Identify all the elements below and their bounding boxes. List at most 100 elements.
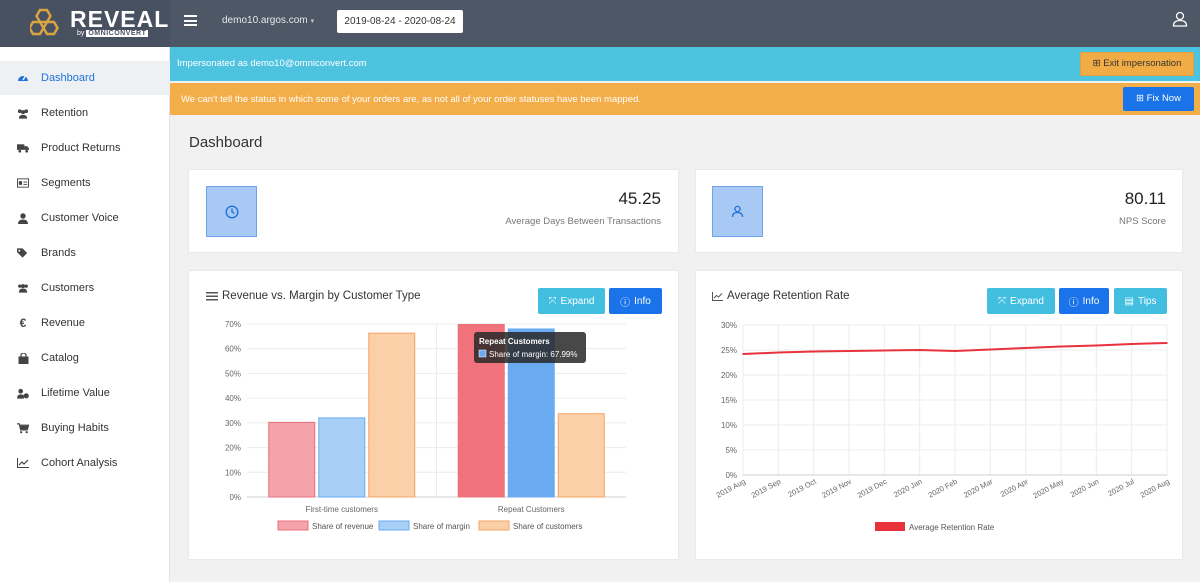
expand-icon: ⤧ [548,295,557,307]
y-tick-label: 30% [225,419,241,428]
y-tick-label: 50% [225,369,241,378]
expand-label: Expand [560,295,595,307]
sidebar-item-lifetime-value[interactable]: Lifetime Value [0,376,170,410]
chart-card-retention: Average Retention Rate ⤧ Expand ⓘ Info ▤ Ti… [695,270,1183,560]
tooltip [474,332,586,363]
info-button[interactable]: ⓘ Info [1059,288,1109,314]
user-clock-icon [17,387,29,399]
data-point [989,348,992,351]
y-tick-label: 10% [721,421,737,430]
sidebar-item-label: Brands [41,247,76,259]
tips-button[interactable]: ▤ Tips [1114,288,1167,314]
sidebar-item-label: Product Returns [41,142,121,154]
sidebar-item-label: Dashboard [41,72,95,84]
x-tick-label: 2019 Nov [820,477,853,500]
sidebar-item-revenue[interactable]: € Revenue [0,306,170,340]
x-tick-label: 2019 Sep [750,477,783,500]
data-point [848,350,850,352]
logo-by: by [77,30,85,37]
data-point [812,350,815,353]
fix-now-button[interactable]: ⊞ Fix Now [1123,87,1194,111]
expand-label: Expand [1010,295,1044,307]
legend-label: Share of customers [513,522,582,531]
kpi-icon-box [206,186,257,237]
logo-subtext: by OMNICONVERT [77,30,149,37]
bar-chart: 0% 10% 20% 30% 40% 50% 60% 70% First-time custom… [225,320,626,531]
chevron-down-icon: ▾ [310,18,315,25]
chart-title-text: Average Retention Rate [727,290,850,302]
data-point [918,349,921,351]
sidebar-item-catalog[interactable]: Catalog [0,341,170,375]
data-point [1166,342,1168,344]
legend-label: Share of revenue [312,522,374,531]
sidebar-item-segments[interactable]: Segments [0,166,170,200]
sidebar-item-customers[interactable]: Customers [0,271,170,305]
x-tick-label: 2019 Oct [787,476,819,499]
info-button[interactable]: ⓘ Info [609,288,662,314]
order-status-warning-banner: We can't tell the status in which some o… [170,83,1200,115]
sidebar-item-brands[interactable]: Brands [0,236,170,270]
logo[interactable]: REVEAL by OMNICONVERT [0,0,170,47]
tachometer-icon [17,72,29,84]
data-point [883,349,886,352]
sidebar-item-retention[interactable]: Retention [0,96,170,130]
list-icon [206,291,218,300]
euro-icon: € [19,316,27,330]
info-icon: ⓘ [620,297,631,309]
exit-impersonation-button[interactable]: ⊞ Exit impersonation [1080,52,1194,76]
x-tick-label: 2019 Dec [856,477,889,500]
data-point [777,351,780,354]
tooltip-title: Repeat Customers [479,337,550,346]
hexagon-logo-icon [30,8,59,36]
sidebar-item-cohort-analysis[interactable]: Cohort Analysis [0,446,170,480]
legend-label: Average Retention Rate [909,523,995,532]
data-point [1060,345,1062,348]
users-cog-icon [17,107,29,119]
bar [268,421,316,498]
sidebar-item-dashboard[interactable]: Dashboard [0,61,170,95]
line-chart-icon [17,457,29,469]
expand-button[interactable]: ⤧ Expand [987,288,1055,314]
x-tick-label: 2020 Jun [1069,477,1100,499]
account-selector[interactable]: demo10.argos.com ▾ [222,15,314,26]
sidebar-item-label: Customer Voice [41,212,119,224]
chart-title-text: Revenue vs. Margin by Customer Type [222,290,421,302]
sidebar-item-buying-habits[interactable]: Buying Habits [0,411,170,445]
chart-title: Average Retention Rate [712,290,850,302]
legend-swatch [277,520,309,531]
fix-now-label: Fix Now [1146,93,1181,104]
sidebar-item-label: Lifetime Value [41,387,110,399]
expand-icon: ⤧ [998,295,1007,307]
sidebar-item-label: Revenue [41,317,86,329]
sidebar-item-label: Buying Habits [41,422,109,434]
truck-icon [17,142,29,154]
bar [368,332,416,498]
y-tick-label: 70% [225,320,241,329]
id-card-icon [17,177,29,189]
x-tick-label: 2019 Aug [715,477,747,500]
kpi-value: 45.25 [618,189,661,208]
date-range-picker[interactable]: 2019-08-24 - 2020-08-24 [337,10,463,33]
data-point [1130,343,1133,345]
warning-text: We can't tell the status in which some o… [181,94,641,105]
line-chart: 0%5%10%15%20%25%30%2019 Aug 2019 Sep 2019 … [715,321,1171,532]
user-account-icon[interactable] [1172,11,1188,27]
clock-icon [224,204,239,219]
expand-button[interactable]: ⤧ Expand [538,288,605,314]
page-title: Dashboard [189,134,263,151]
chart-card-revenue-margin: Revenue vs. Margin by Customer Type ⤧ Exp… [188,270,679,560]
data-point [742,353,744,355]
x-tick-label: 2020 Aug [1139,477,1171,500]
y-tick-label: 25% [721,346,737,355]
top-bar: REVEAL by OMNICONVERT demo10.argos.com ▾ … [0,0,1200,47]
menu-toggle-icon[interactable] [184,15,197,26]
y-tick-label: 30% [721,321,737,330]
sidebar-item-customer-voice[interactable]: Customer Voice [0,201,170,235]
logo-brand: OMNICONVERT [86,30,149,37]
y-tick-label: 0% [725,471,737,480]
sidebar-item-product-returns[interactable]: Product Returns [0,131,170,165]
sidebar-item-label: Customers [41,282,95,294]
bar [318,417,366,498]
x-tick-label: 2020 May [1032,477,1066,501]
exit-impersonation-label: Exit impersonation [1103,58,1182,69]
